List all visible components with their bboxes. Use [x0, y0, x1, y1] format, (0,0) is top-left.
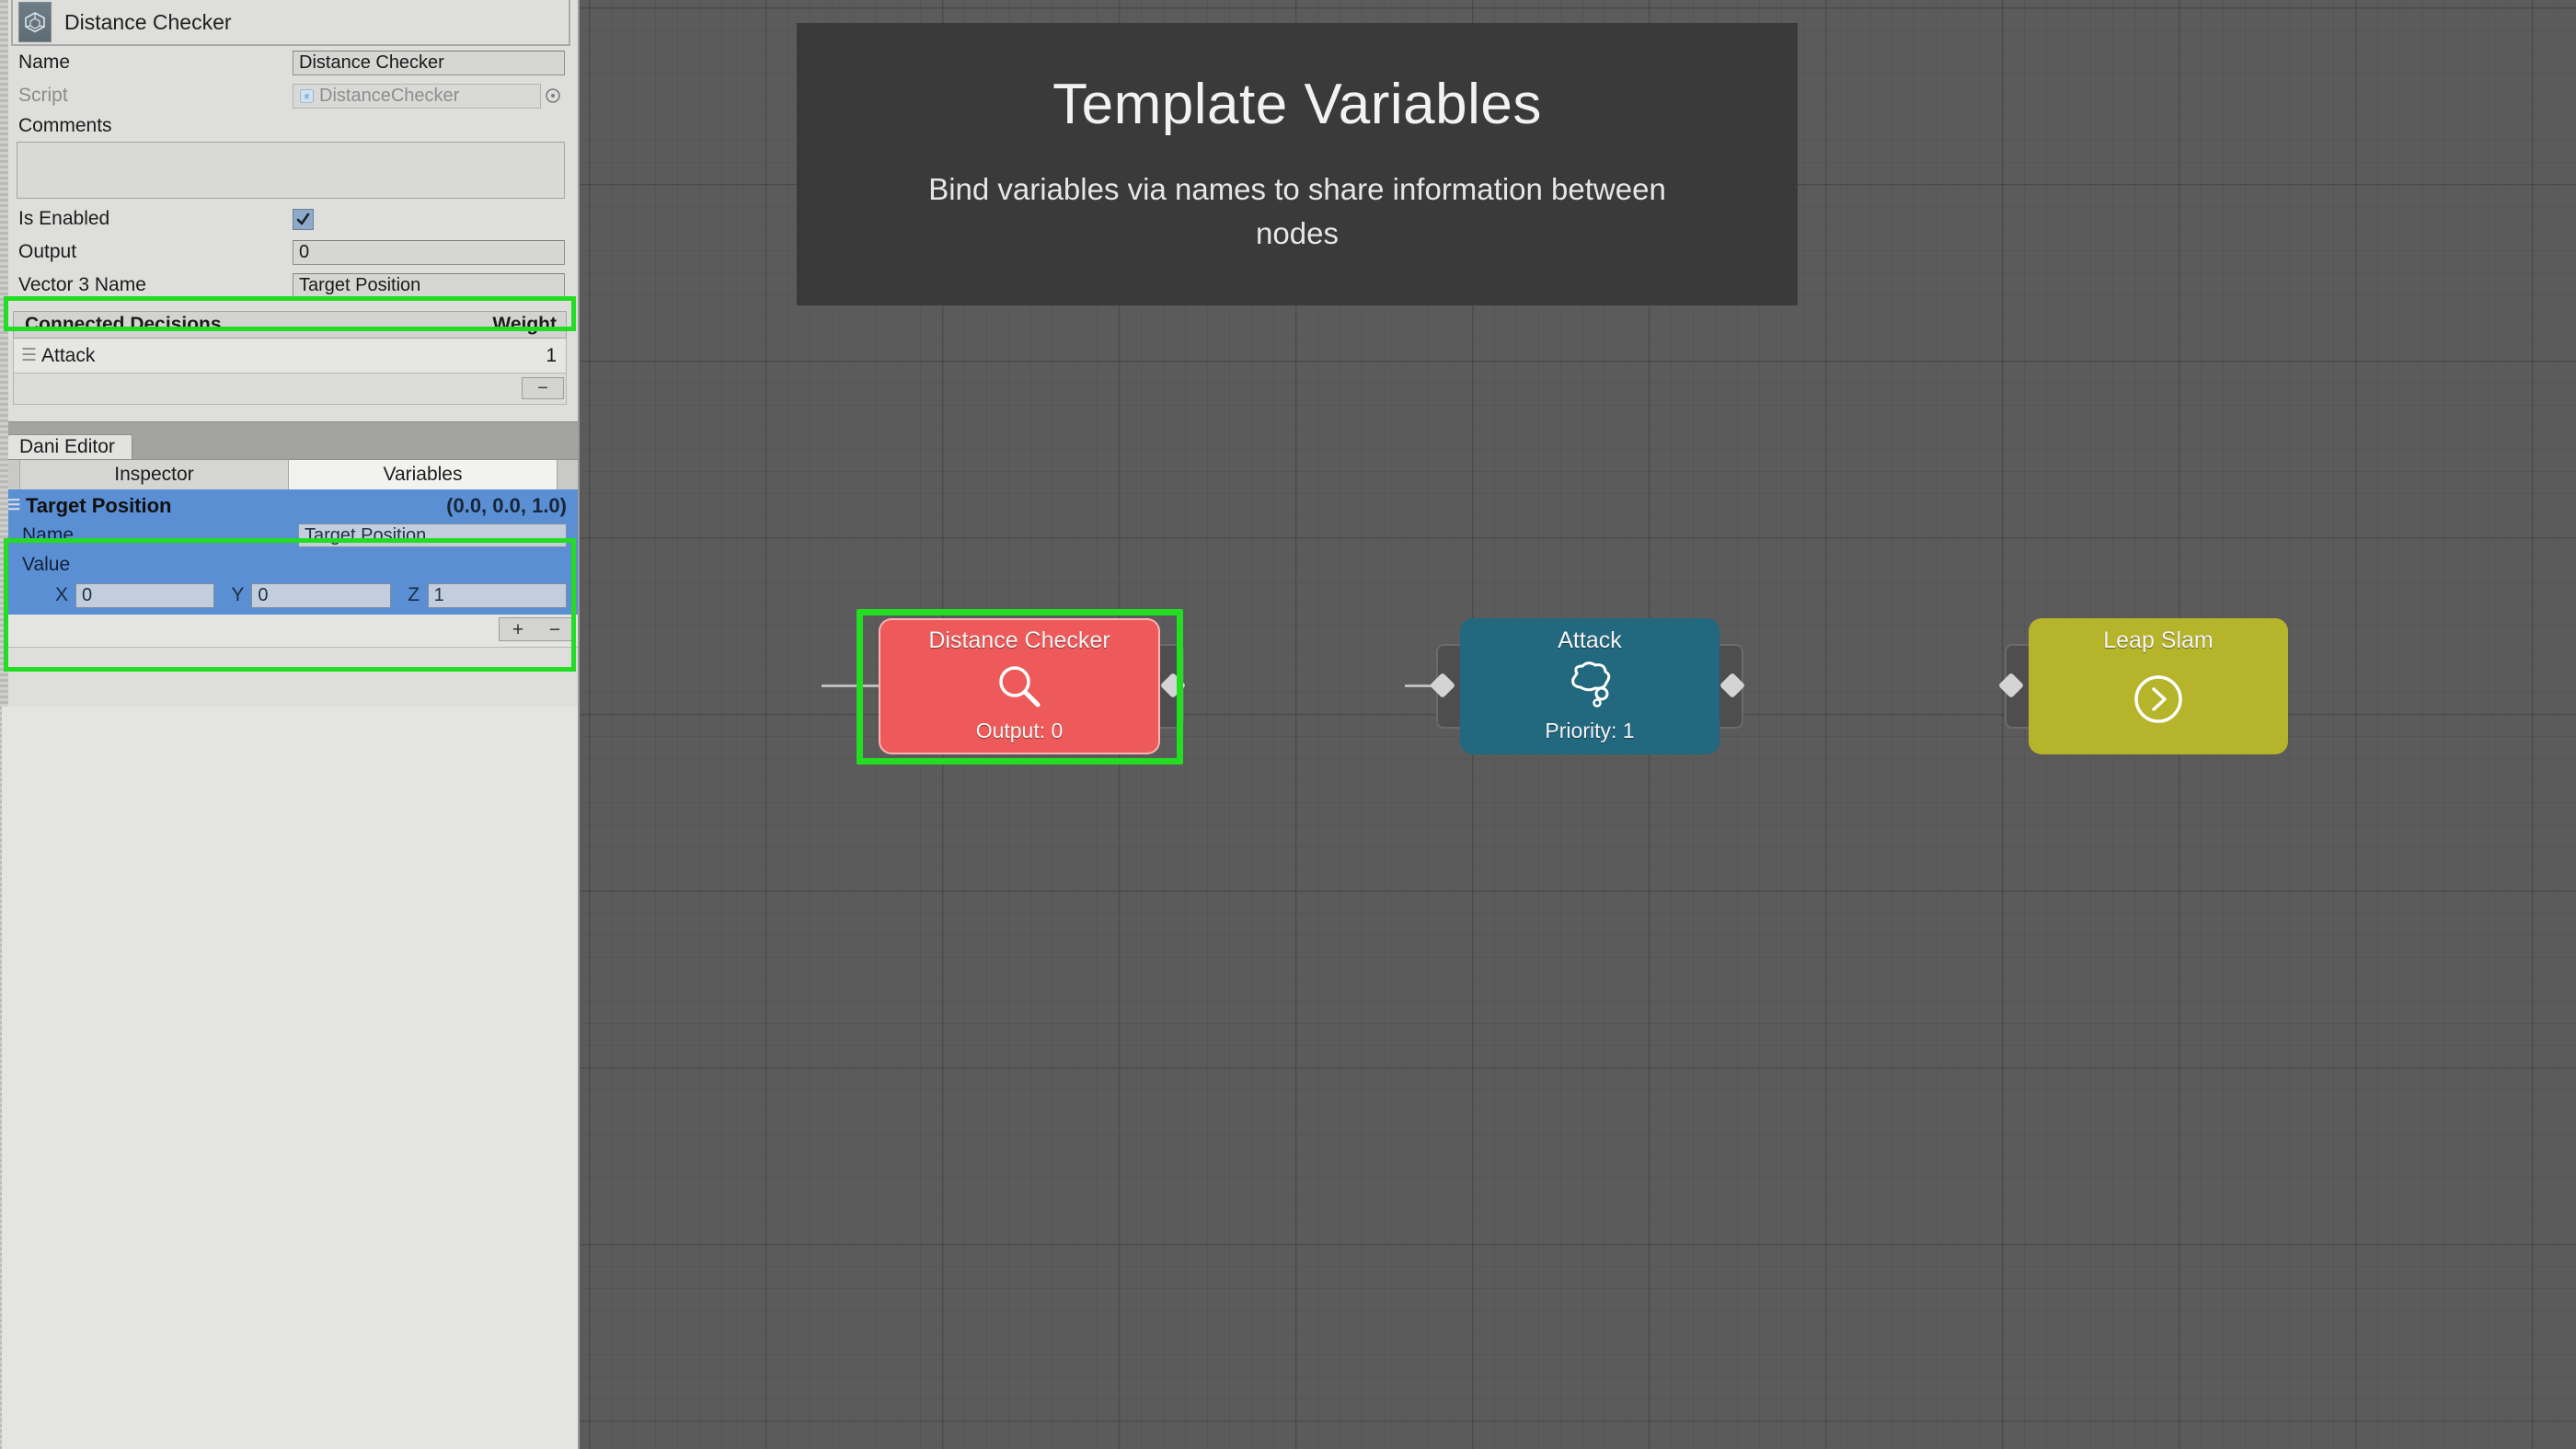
- variable-name-label: Name: [22, 524, 75, 546]
- vector3-value-row: X 0 Y 0 Z 1: [0, 580, 578, 611]
- window-tab-bar: Dani Editor: [0, 432, 578, 459]
- script-object-field[interactable]: # DistanceChecker: [293, 83, 541, 109]
- remove-decision-button[interactable]: −: [522, 377, 564, 399]
- vector3-name-label: Vector 3 Name: [18, 274, 146, 295]
- variable-vector-readout: (0.0, 0.0, 1.0): [446, 494, 567, 517]
- variables-footer: + −: [0, 615, 578, 648]
- remove-variable-button[interactable]: −: [536, 620, 573, 639]
- is-enabled-label: Is Enabled: [18, 208, 110, 229]
- node-title: Distance Checker: [928, 627, 1110, 653]
- connected-decisions-title: Connected Decisions: [25, 314, 222, 335]
- comments-label: Comments: [18, 115, 112, 136]
- variable-name-title: Target Position: [26, 494, 172, 517]
- variable-name-row: Name Target Position: [0, 521, 578, 550]
- template-variables-banner: Template Variables Bind variables via na…: [797, 23, 1798, 305]
- variable-entry-header: ☰ Target Position (0.0, 0.0, 1.0): [0, 491, 578, 521]
- variable-entry-target-position[interactable]: ☰ Target Position (0.0, 0.0, 1.0) Name T…: [0, 489, 578, 615]
- weight-column-header: Weight: [492, 314, 557, 335]
- connected-decisions-section: Connected Decisions Weight ☰ Attack 1 −: [13, 311, 567, 405]
- editor-sub-tab-bar: Inspector Variables: [0, 459, 578, 489]
- x-input[interactable]: 0: [75, 582, 215, 608]
- name-input[interactable]: Distance Checker: [293, 50, 565, 75]
- left-dock-panel: Distance Checker Name Distance Checker S…: [0, 0, 580, 1449]
- tab-inspector[interactable]: Inspector: [20, 460, 289, 489]
- node-status: Priority: 1: [1545, 719, 1635, 742]
- comments-textarea[interactable]: [17, 142, 565, 199]
- vector3-name-input[interactable]: Target Position: [293, 272, 565, 298]
- thought-bubble-icon: [1562, 654, 1617, 719]
- tab-variables[interactable]: Variables: [289, 460, 558, 489]
- circle-chevron-right-icon: [2130, 654, 2187, 743]
- z-label: Z: [408, 584, 420, 605]
- node-status: Output: 0: [975, 719, 1064, 742]
- output-input[interactable]: 0: [293, 239, 565, 265]
- svg-text:#: #: [305, 92, 309, 101]
- drag-handle-icon[interactable]: ☰: [7, 499, 26, 513]
- row-name: Name Distance Checker: [0, 46, 578, 79]
- object-picker-icon[interactable]: [541, 87, 565, 104]
- window-tab-dani-editor[interactable]: Dani Editor: [7, 434, 132, 459]
- cs-script-icon: #: [299, 88, 315, 104]
- name-label: Name: [18, 52, 71, 73]
- unity-script-icon: [18, 2, 52, 42]
- table-row[interactable]: ☰ Attack 1: [13, 339, 567, 374]
- variables-empty-area: [2, 707, 578, 1449]
- variable-name-input[interactable]: Target Position: [298, 523, 567, 547]
- add-variable-button[interactable]: +: [500, 620, 536, 639]
- script-value: DistanceChecker: [319, 85, 460, 106]
- dock-separator: [0, 421, 578, 432]
- connected-decisions-footer: −: [13, 374, 567, 405]
- x-label: X: [54, 584, 68, 605]
- graph-node-distance-checker[interactable]: Distance Checker Output: 0: [879, 618, 1160, 754]
- variables-add-remove-buttons: + −: [499, 617, 574, 641]
- magnifier-icon: [994, 654, 1045, 719]
- y-label: Y: [231, 584, 245, 605]
- graph-node-leap-slam[interactable]: Leap Slam: [2029, 618, 2288, 754]
- banner-subtitle: Bind variables via names to share inform…: [928, 171, 1666, 250]
- variable-value-row: Value: [0, 550, 578, 580]
- banner-title: Template Variables: [1052, 72, 1542, 136]
- row-script: Script # DistanceChecker: [0, 79, 578, 112]
- app-root: Distance Checker Output: 0 Attack Priori…: [0, 0, 2576, 1449]
- is-enabled-checkbox[interactable]: [293, 208, 314, 230]
- node-title: Attack: [1558, 627, 1622, 653]
- row-is-enabled: Is Enabled: [0, 202, 578, 236]
- row-output: Output 0: [0, 236, 578, 269]
- drag-handle-icon[interactable]: ☰: [21, 347, 41, 364]
- output-label: Output: [18, 241, 77, 262]
- tab-bar-right-pad: [558, 460, 578, 489]
- y-input[interactable]: 0: [251, 582, 391, 608]
- inspector-header: Distance Checker: [11, 0, 570, 46]
- variable-value-label: Value: [22, 554, 71, 575]
- script-label: Script: [18, 85, 68, 106]
- connected-decisions-header: Connected Decisions Weight: [13, 311, 567, 339]
- decision-weight: 1: [546, 344, 557, 366]
- node-title: Leap Slam: [2103, 627, 2214, 653]
- decision-name: Attack: [41, 344, 96, 366]
- inspector-header-title: Distance Checker: [64, 9, 232, 34]
- graph-node-attack[interactable]: Attack Priority: 1: [1460, 618, 1719, 754]
- z-input[interactable]: 1: [427, 582, 567, 608]
- row-vector3-name: Vector 3 Name Target Position: [0, 269, 578, 302]
